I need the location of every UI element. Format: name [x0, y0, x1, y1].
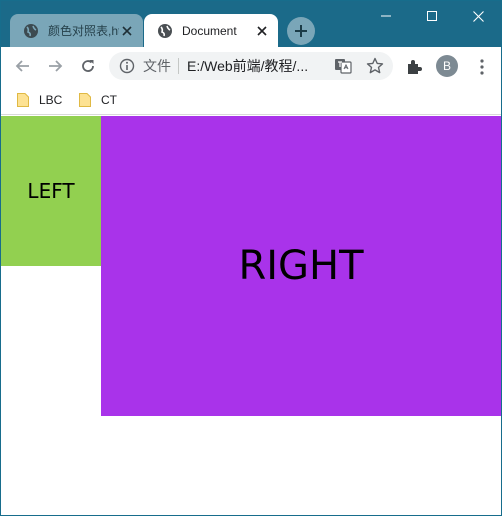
reload-icon: [82, 60, 94, 72]
browser-window: 颜色对照表,html Document: [0, 0, 502, 516]
toolbar: 文件 E:/Web前端/教程/... B: [1, 47, 501, 85]
puzzle-icon[interactable]: [403, 56, 425, 78]
bookmark-label: LBC: [39, 93, 63, 107]
avatar[interactable]: B: [436, 55, 458, 77]
kebab-menu-icon: [480, 59, 484, 75]
close-icon: [472, 10, 484, 22]
globe-icon: [158, 23, 172, 38]
tab-title: Document: [182, 23, 237, 38]
arrow-right-icon: [49, 60, 63, 72]
translate-icon[interactable]: [334, 57, 352, 75]
menu-button[interactable]: [471, 56, 493, 78]
left-box: LEFT: [1, 116, 101, 266]
page-viewport: LEFT RIGHT: [1, 116, 501, 515]
reload-button[interactable]: [74, 52, 102, 80]
title-bar: 颜色对照表,html Document: [1, 1, 501, 47]
star-icon[interactable]: [366, 57, 384, 75]
globe-icon: [24, 23, 38, 38]
tab-document[interactable]: Document: [144, 14, 278, 47]
right-box: RIGHT: [101, 116, 501, 416]
divider: [178, 58, 179, 74]
bookmark-lbc[interactable]: LBC: [17, 90, 62, 110]
bookmark-page-icon: [17, 93, 29, 107]
bookmarks-bar: LBC CT: [1, 85, 501, 115]
minimize-button[interactable]: [363, 1, 409, 31]
bookmark-page-icon: [79, 93, 91, 107]
back-button[interactable]: [9, 52, 37, 80]
close-icon[interactable]: [119, 23, 135, 39]
scheme-label: 文件: [143, 58, 171, 74]
new-tab-button[interactable]: [287, 17, 315, 45]
plus-icon: [295, 25, 307, 37]
maximize-icon: [427, 11, 437, 21]
tab-color-table[interactable]: 颜色对照表,html: [10, 14, 143, 47]
address-bar[interactable]: 文件 E:/Web前端/教程/...: [109, 52, 393, 80]
right-box-text: RIGHT: [238, 243, 364, 289]
arrow-left-icon: [15, 60, 29, 72]
tab-title: 颜色对照表,html: [48, 24, 119, 38]
left-box-text: LEFT: [27, 179, 75, 203]
info-icon[interactable]: [119, 58, 135, 74]
url-text[interactable]: E:/Web前端/教程/...: [187, 56, 330, 76]
bookmark-ct[interactable]: CT: [79, 90, 117, 110]
bookmark-label: CT: [101, 93, 117, 107]
minimize-icon: [381, 15, 391, 17]
window-close-button[interactable]: [455, 1, 501, 31]
maximize-button[interactable]: [409, 1, 455, 31]
forward-button[interactable]: [41, 52, 69, 80]
close-icon[interactable]: [254, 23, 270, 39]
